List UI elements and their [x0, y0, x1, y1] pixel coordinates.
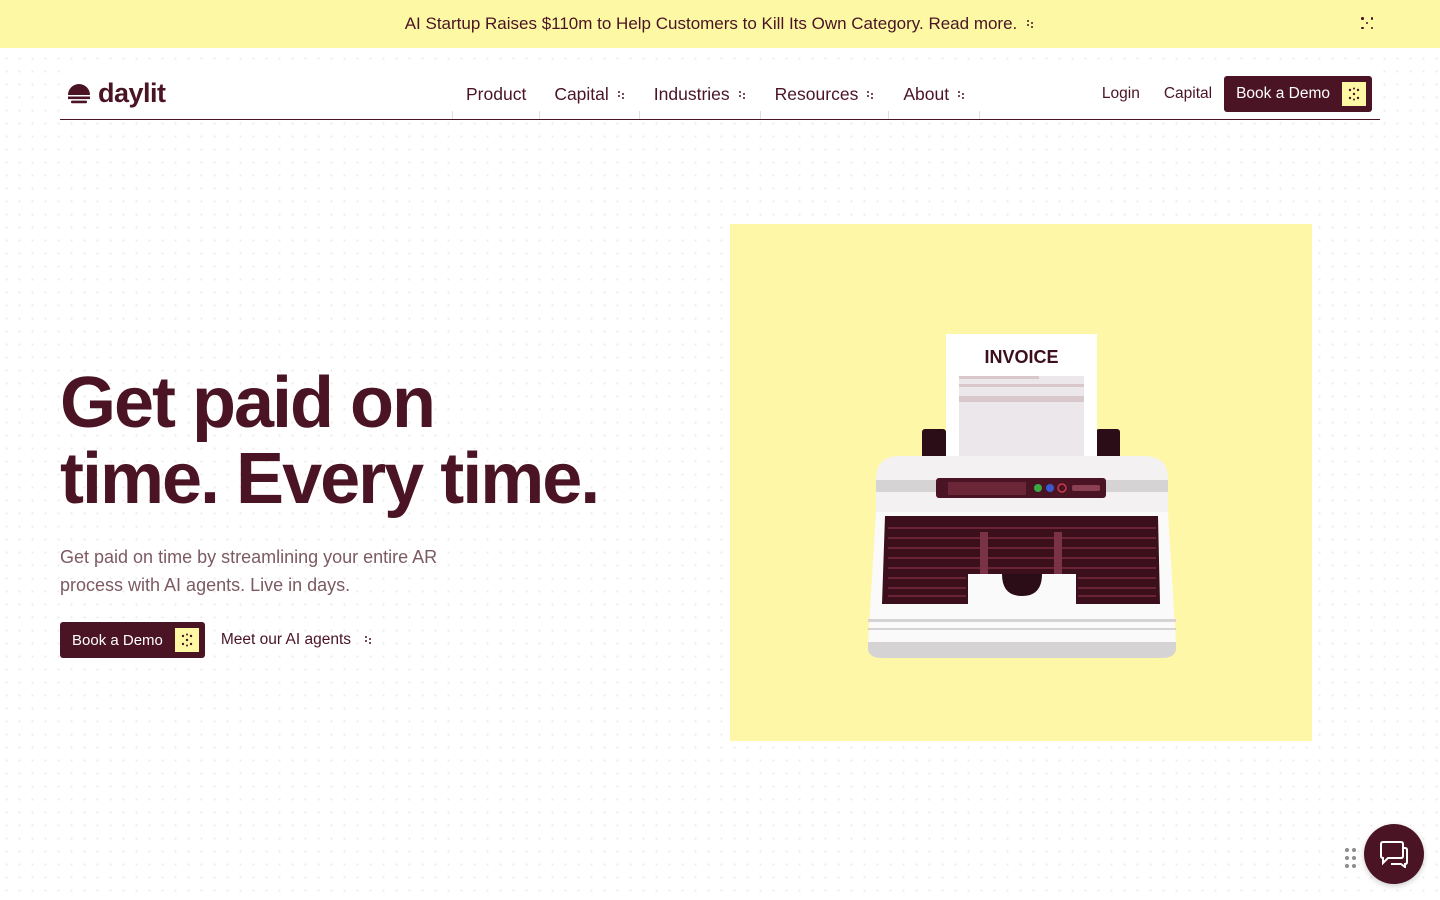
nav-item-about[interactable]: About [889, 70, 980, 119]
logo[interactable]: daylit [67, 78, 166, 109]
meet-agents-label: Meet our AI agents [220, 631, 351, 648]
chevron-dots-icon [738, 90, 747, 100]
chevron-dots-icon [958, 90, 966, 100]
book-demo-label: Book a Demo [72, 631, 163, 649]
book-demo-label: Book a Demo [1236, 85, 1330, 102]
hero-title-line: time. Every time. [60, 439, 600, 519]
header-actions: Login Capital Book a Demo [1102, 76, 1372, 112]
login-link[interactable]: Login [1102, 85, 1140, 103]
chat-button[interactable] [1364, 824, 1424, 884]
capital-link[interactable]: Capital [1164, 85, 1212, 103]
hero-title: Get paid on time. Every time. [60, 365, 680, 517]
nav-item-industries[interactable]: Industries [640, 70, 761, 119]
book-demo-button[interactable]: Book a Demo [1224, 76, 1372, 112]
nav-label: Resources [774, 84, 859, 104]
site-header: daylit Product Capital Industries Resour… [60, 70, 1380, 120]
hero-subtitle: Get paid on time by streamlining your en… [60, 547, 438, 595]
arrow-dots-icon [365, 635, 373, 645]
nav-label: Industries [653, 84, 730, 104]
logo-text: daylit [98, 78, 166, 108]
close-dots-icon[interactable] [1360, 16, 1374, 30]
chevron-dots-icon [617, 90, 626, 100]
chevron-dots-icon [867, 90, 875, 100]
dots-grid-icon [174, 628, 199, 652]
dots-grid-icon [1342, 82, 1366, 106]
nav-item-product[interactable]: Product [452, 70, 541, 119]
hero-title-line: Get paid on [60, 363, 436, 443]
invoice-label: INVOICE [984, 347, 1059, 367]
hero-illustration: INVOICE [730, 224, 1312, 741]
main-nav: Product Capital Industries Resources Abo… [452, 70, 980, 119]
logo-mark-icon [68, 83, 90, 103]
nav-item-resources[interactable]: Resources [761, 70, 890, 119]
chat-bubble-icon [1380, 841, 1408, 868]
hero-actions: Book a Demo Meet our AI agents [60, 622, 373, 658]
nav-label: Product [466, 84, 527, 104]
announcement-bar[interactable]: AI Startup Raises $110m to Help Customer… [0, 0, 1440, 48]
meet-agents-link[interactable]: Meet our AI agents [221, 631, 373, 649]
nav-label: About [903, 84, 950, 104]
drag-handle-icon[interactable] [1345, 848, 1357, 868]
nav-label: Capital [554, 84, 609, 104]
invoice-printer-illustration [868, 334, 1176, 658]
nav-item-capital[interactable]: Capital [540, 70, 641, 119]
arrow-dots-icon [1027, 19, 1035, 29]
announcement-text[interactable]: AI Startup Raises $110m to Help Customer… [405, 14, 1018, 34]
hero-book-demo-button[interactable]: Book a Demo [60, 622, 205, 658]
